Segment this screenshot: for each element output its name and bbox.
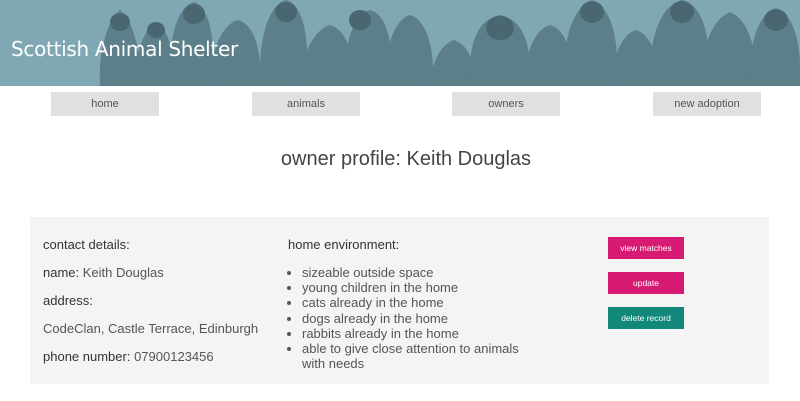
owner-profile-panel: contact details: name: Keith Douglas add… [30,217,769,384]
name-value: Keith Douglas [82,265,164,280]
home-environment-list: sizeable outside space young children in… [288,265,542,371]
nav-owners-button[interactable]: owners [452,92,560,116]
address-label: address: [43,293,93,308]
site-title[interactable]: Scottish Animal Shelter [11,37,238,61]
header-banner: Scottish Animal Shelter [0,0,800,86]
list-item: rabbits already in the home [302,326,542,341]
home-environment-heading: home environment: [288,237,400,252]
list-item: able to give close attention to animals … [302,341,542,371]
nav-animals-button[interactable]: animals [252,92,360,116]
list-item: young children in the home [302,280,542,295]
list-item: dogs already in the home [302,311,542,326]
phone-value: 07900123456 [134,349,214,364]
delete-record-button[interactable]: delete record [608,307,684,329]
owner-name-row: name: Keith Douglas [43,265,164,280]
address-value: CodeClan, Castle Terrace, Edinburgh [43,321,259,336]
nav-new-adoption-button[interactable]: new adoption [653,92,761,116]
phone-label: phone number: [43,349,131,364]
list-item: cats already in the home [302,295,542,310]
page-title: owner profile: Keith Douglas [280,148,532,170]
phone-row: phone number: 07900123456 [43,349,214,364]
nav-home-button[interactable]: home [51,92,159,116]
list-item: sizeable outside space [302,265,542,280]
update-button[interactable]: update [608,272,684,294]
contact-details-heading: contact details: [43,237,130,252]
view-matches-button[interactable]: view matches [608,237,684,259]
name-label: name: [43,265,80,280]
